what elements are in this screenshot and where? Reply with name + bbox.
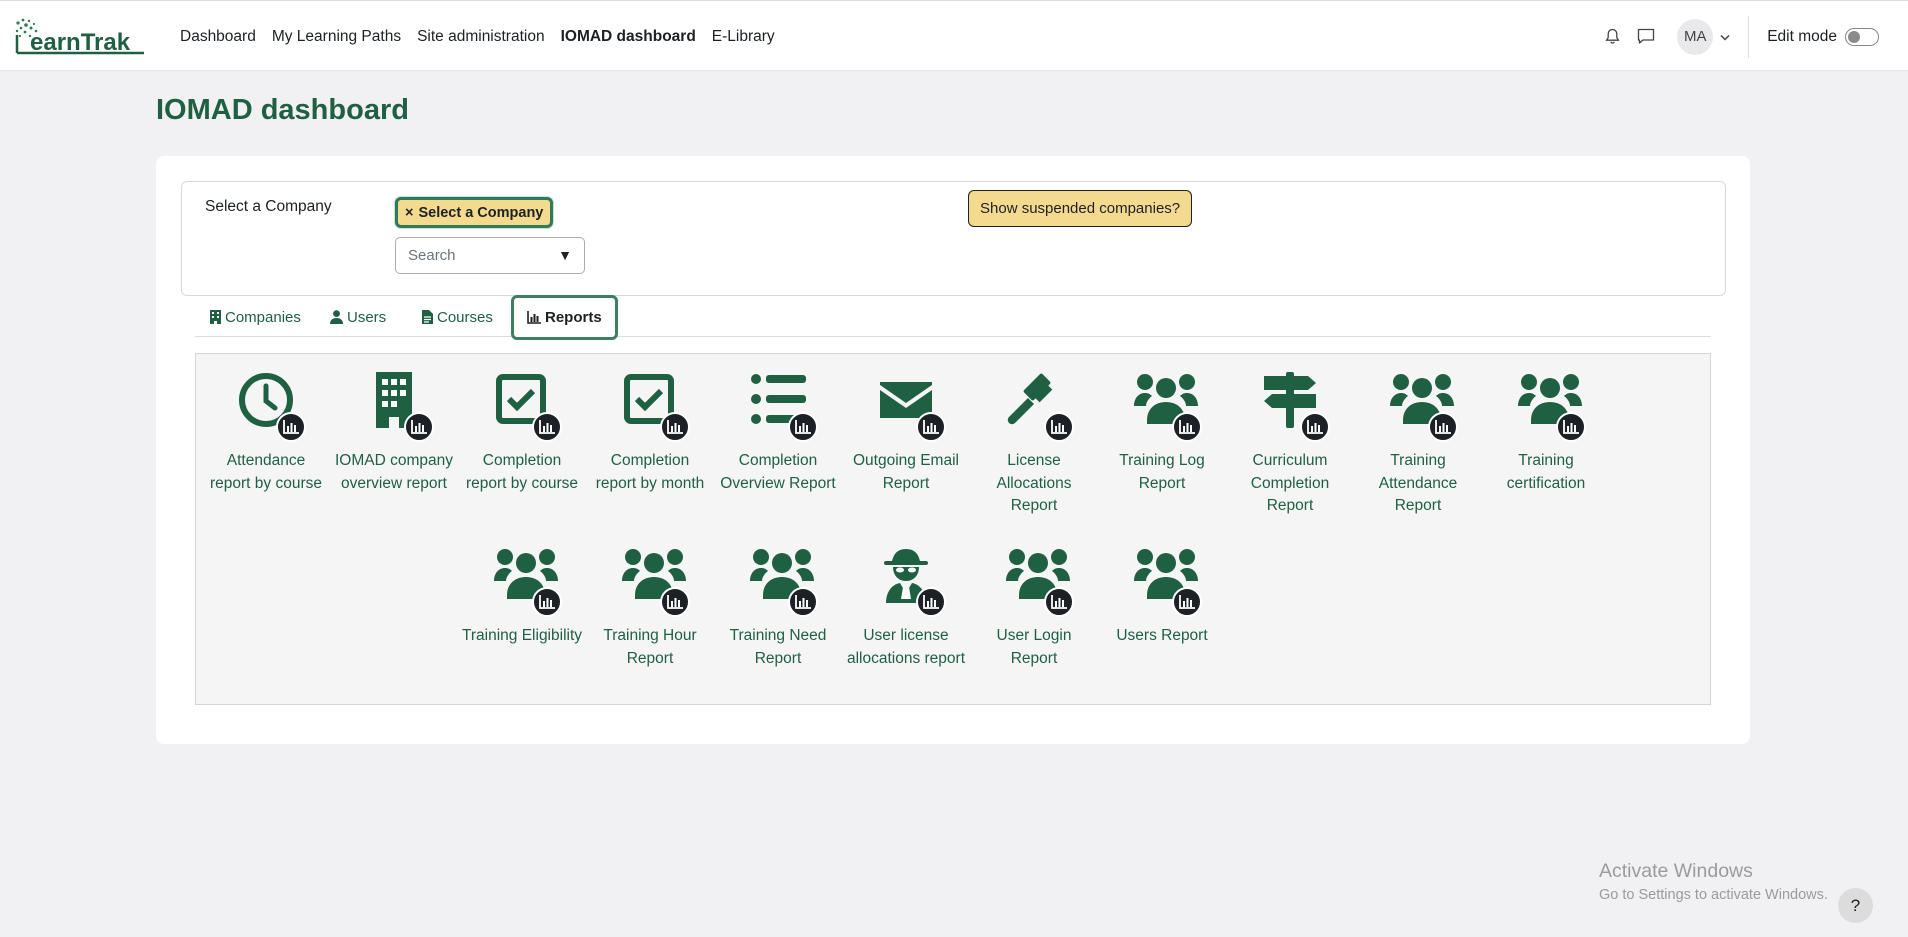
report-label: Training certification bbox=[1506, 452, 1586, 492]
nav-dashboard[interactable]: Dashboard bbox=[180, 28, 256, 46]
chart-badge-icon bbox=[1300, 412, 1330, 442]
learntrak-logo[interactable]: earnTrak bbox=[14, 17, 146, 59]
toggle-knob bbox=[1848, 30, 1860, 43]
report-label: User license allocations report bbox=[846, 627, 966, 667]
watermark-subtitle: Go to Settings to activate Windows. bbox=[1599, 887, 1828, 903]
tab-label: Companies bbox=[225, 308, 301, 326]
primary-nav: Dashboard My Learning Paths Site adminis… bbox=[172, 1, 783, 72]
message-icon[interactable] bbox=[1636, 27, 1656, 47]
report-training-certification[interactable]: Training certification bbox=[1482, 372, 1610, 495]
report-label: Training Attendance Report bbox=[1378, 452, 1458, 514]
tab-label: Users bbox=[347, 308, 387, 326]
report-label: IOMAD company overview report bbox=[334, 452, 453, 492]
report-training-eligibility[interactable]: Training Eligibility bbox=[458, 547, 586, 648]
chart-icon bbox=[527, 311, 541, 324]
report-label: Attendance report by course bbox=[210, 452, 322, 492]
bell-icon[interactable] bbox=[1602, 27, 1622, 47]
nav-user-area: MA Edit mode bbox=[1595, 1, 1908, 72]
report-outgoing-email[interactable]: Outgoing Email Report bbox=[842, 372, 970, 495]
chart-badge-icon bbox=[532, 412, 562, 442]
report-curriculum-completion[interactable]: Curriculum Completion Report bbox=[1226, 372, 1354, 518]
file-icon bbox=[422, 310, 433, 324]
nav-divider bbox=[1748, 15, 1750, 58]
caret-down-icon[interactable]: ▼ bbox=[558, 247, 572, 263]
chart-badge-icon bbox=[1556, 412, 1586, 442]
report-label: Completion Overview Report bbox=[720, 452, 836, 492]
nav-e-library[interactable]: E-Library bbox=[712, 28, 775, 46]
help-button[interactable]: ? bbox=[1838, 888, 1873, 923]
user-icon bbox=[330, 310, 343, 324]
chart-badge-icon bbox=[404, 412, 434, 442]
chart-badge-icon bbox=[1044, 587, 1074, 617]
report-label: Training Eligibility bbox=[461, 627, 583, 644]
report-label: Completion report by month bbox=[595, 452, 705, 492]
report-label: User Login Report bbox=[996, 627, 1072, 667]
report-training-need[interactable]: Training Need Report bbox=[714, 547, 842, 670]
tab-label: Reports bbox=[545, 309, 602, 326]
nav-iomad-dashboard[interactable]: IOMAD dashboard bbox=[561, 28, 696, 46]
chart-badge-icon bbox=[660, 587, 690, 617]
chart-badge-icon bbox=[660, 412, 690, 442]
report-completion-by-month[interactable]: Completion report by month bbox=[586, 372, 714, 495]
watermark-title: Activate Windows bbox=[1599, 860, 1753, 882]
report-label: Training Hour Report bbox=[603, 627, 697, 667]
chart-badge-icon bbox=[276, 412, 306, 442]
edit-mode-toggle[interactable] bbox=[1845, 27, 1879, 46]
nav-my-learning-paths[interactable]: My Learning Paths bbox=[272, 28, 401, 46]
chart-badge-icon bbox=[1172, 412, 1202, 442]
svg-text:earnTrak: earnTrak bbox=[30, 29, 131, 56]
report-label: Training Need Report bbox=[729, 627, 827, 667]
building-icon bbox=[210, 310, 221, 324]
remove-chip-icon[interactable]: × bbox=[405, 205, 413, 221]
chart-badge-icon bbox=[1172, 587, 1202, 617]
activate-windows-watermark: Activate Windows Go to Settings to activ… bbox=[1599, 860, 1828, 903]
report-user-license-allocations[interactable]: User license allocations report bbox=[842, 547, 970, 670]
company-selector-panel: Select a Company × Select a Company ▼ Sh… bbox=[181, 181, 1726, 296]
chart-badge-icon bbox=[1044, 412, 1074, 442]
report-license-allocations[interactable]: License Allocations Report bbox=[970, 372, 1098, 518]
report-users[interactable]: Users Report bbox=[1098, 547, 1226, 648]
nav-site-administration[interactable]: Site administration bbox=[417, 28, 545, 46]
chart-badge-icon bbox=[532, 587, 562, 617]
report-label: Outgoing Email Report bbox=[853, 452, 959, 492]
page-title: IOMAD dashboard bbox=[156, 94, 409, 126]
report-user-login[interactable]: User Login Report bbox=[970, 547, 1098, 670]
tab-courses[interactable]: Courses bbox=[422, 297, 493, 337]
company-search-input[interactable] bbox=[408, 247, 548, 264]
report-training-log[interactable]: Training Log Report bbox=[1098, 372, 1226, 495]
report-label: Training Log Report bbox=[1119, 452, 1205, 492]
tab-users[interactable]: Users bbox=[330, 297, 386, 337]
report-training-hour[interactable]: Training Hour Report bbox=[586, 547, 714, 670]
chart-badge-icon bbox=[916, 587, 946, 617]
chevron-down-icon[interactable] bbox=[1720, 28, 1730, 46]
report-label: License Allocations Report bbox=[996, 452, 1072, 514]
report-completion-by-course[interactable]: Completion report by course bbox=[458, 372, 586, 495]
chart-badge-icon bbox=[788, 587, 818, 617]
select-company-label: Select a Company bbox=[205, 198, 332, 215]
top-navbar: earnTrak Dashboard My Learning Paths Sit… bbox=[0, 0, 1908, 71]
reports-grid: Attendance report by course IOMAD compan… bbox=[195, 353, 1711, 705]
report-label: Completion report by course bbox=[466, 452, 578, 492]
report-completion-overview[interactable]: Completion Overview Report bbox=[714, 372, 842, 495]
show-suspended-button[interactable]: Show suspended companies? bbox=[968, 190, 1193, 227]
chart-badge-icon bbox=[1428, 412, 1458, 442]
dashboard-tabs: Companies Users Courses Reports bbox=[195, 295, 1711, 340]
selected-company-chip[interactable]: × Select a Company bbox=[395, 197, 554, 228]
company-search-box[interactable]: ▼ bbox=[395, 237, 585, 274]
chart-badge-icon bbox=[788, 412, 818, 442]
report-attendance-by-course[interactable]: Attendance report by course bbox=[202, 372, 330, 495]
report-iomad-company-overview[interactable]: IOMAD company overview report bbox=[330, 372, 458, 495]
report-label: Users Report bbox=[1116, 627, 1208, 644]
avatar[interactable]: MA bbox=[1677, 18, 1714, 55]
tab-label: Courses bbox=[437, 308, 493, 326]
tab-reports[interactable]: Reports bbox=[511, 295, 618, 340]
tab-companies[interactable]: Companies bbox=[210, 297, 301, 337]
report-training-attendance[interactable]: Training Attendance Report bbox=[1354, 372, 1482, 518]
dashboard-card: Select a Company × Select a Company ▼ Sh… bbox=[156, 156, 1750, 744]
edit-mode-label: Edit mode bbox=[1767, 27, 1837, 45]
chip-label: Select a Company bbox=[418, 204, 544, 221]
report-label: Curriculum Completion Report bbox=[1250, 452, 1330, 514]
chart-badge-icon bbox=[916, 412, 946, 442]
